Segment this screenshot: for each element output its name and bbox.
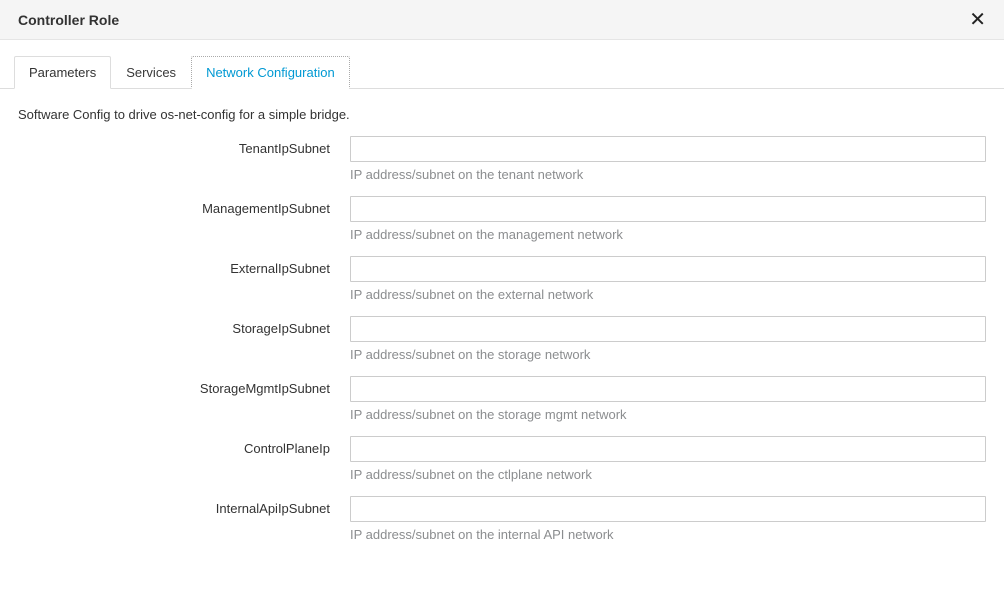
field-label: StorageIpSubnet [18, 316, 350, 336]
form-row-storage-mgmt-ip-subnet: StorageMgmtIpSubnet IP address/subnet on… [18, 376, 986, 422]
field-wrapper: IP address/subnet on the tenant network [350, 136, 986, 182]
field-help: IP address/subnet on the storage mgmt ne… [350, 407, 986, 422]
tabs-container: Parameters Services Network Configuratio… [0, 40, 1004, 89]
field-label: ManagementIpSubnet [18, 196, 350, 216]
field-wrapper: IP address/subnet on the storage mgmt ne… [350, 376, 986, 422]
field-wrapper: IP address/subnet on the storage network [350, 316, 986, 362]
content-area: Software Config to drive os-net-config f… [0, 89, 1004, 542]
form-row-storage-ip-subnet: StorageIpSubnet IP address/subnet on the… [18, 316, 986, 362]
control-plane-ip-input[interactable] [350, 436, 986, 462]
field-label: StorageMgmtIpSubnet [18, 376, 350, 396]
form-row-internal-api-ip-subnet: InternalApiIpSubnet IP address/subnet on… [18, 496, 986, 542]
form-row-tenant-ip-subnet: TenantIpSubnet IP address/subnet on the … [18, 136, 986, 182]
tab-services[interactable]: Services [111, 56, 191, 89]
field-label: InternalApiIpSubnet [18, 496, 350, 516]
storage-mgmt-ip-subnet-input[interactable] [350, 376, 986, 402]
tab-parameters[interactable]: Parameters [14, 56, 111, 89]
field-label: ExternalIpSubnet [18, 256, 350, 276]
form-row-external-ip-subnet: ExternalIpSubnet IP address/subnet on th… [18, 256, 986, 302]
internal-api-ip-subnet-input[interactable] [350, 496, 986, 522]
tab-label: Services [126, 65, 176, 80]
field-help: IP address/subnet on the tenant network [350, 167, 986, 182]
close-icon[interactable]: ✕ [967, 10, 988, 30]
field-help: IP address/subnet on the ctlplane networ… [350, 467, 986, 482]
tabs-list: Parameters Services Network Configuratio… [14, 56, 1004, 89]
form-row-management-ip-subnet: ManagementIpSubnet IP address/subnet on … [18, 196, 986, 242]
field-wrapper: IP address/subnet on the ctlplane networ… [350, 436, 986, 482]
tab-label: Network Configuration [206, 65, 335, 80]
external-ip-subnet-input[interactable] [350, 256, 986, 282]
field-help: IP address/subnet on the management netw… [350, 227, 986, 242]
field-wrapper: IP address/subnet on the management netw… [350, 196, 986, 242]
dialog-title: Controller Role [18, 12, 119, 28]
dialog-header: Controller Role ✕ [0, 0, 1004, 40]
config-description: Software Config to drive os-net-config f… [18, 107, 986, 122]
field-wrapper: IP address/subnet on the external networ… [350, 256, 986, 302]
tab-network-configuration[interactable]: Network Configuration [191, 56, 350, 89]
field-help: IP address/subnet on the external networ… [350, 287, 986, 302]
management-ip-subnet-input[interactable] [350, 196, 986, 222]
tab-label: Parameters [29, 65, 96, 80]
field-label: TenantIpSubnet [18, 136, 350, 156]
field-label: ControlPlaneIp [18, 436, 350, 456]
field-help: IP address/subnet on the internal API ne… [350, 527, 986, 542]
field-wrapper: IP address/subnet on the internal API ne… [350, 496, 986, 542]
storage-ip-subnet-input[interactable] [350, 316, 986, 342]
field-help: IP address/subnet on the storage network [350, 347, 986, 362]
form-row-control-plane-ip: ControlPlaneIp IP address/subnet on the … [18, 436, 986, 482]
tenant-ip-subnet-input[interactable] [350, 136, 986, 162]
